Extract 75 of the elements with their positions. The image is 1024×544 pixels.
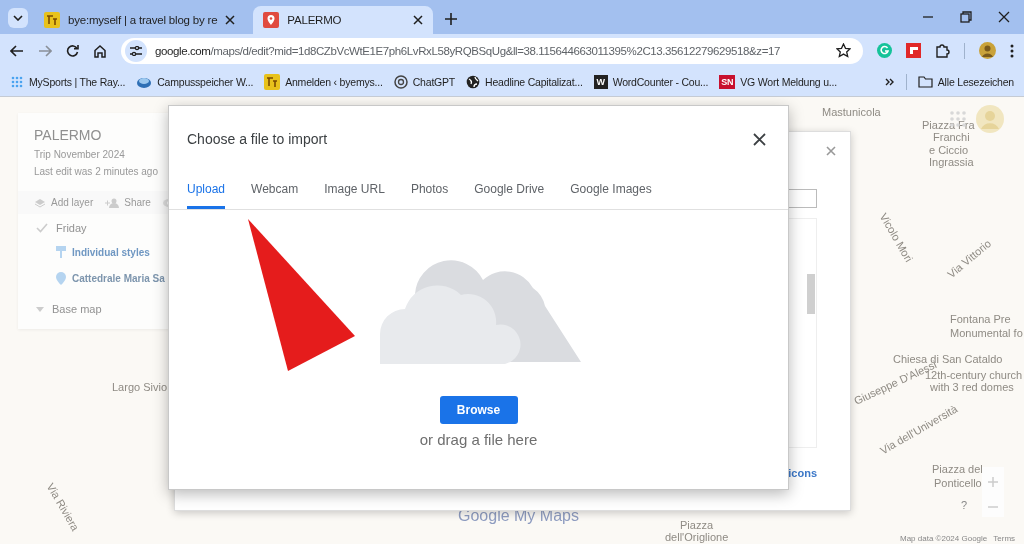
sliders-icon	[130, 45, 142, 56]
flipboard-icon[interactable]	[906, 43, 921, 58]
avatar-icon[interactable]	[979, 42, 996, 59]
close-icon[interactable]	[998, 11, 1010, 23]
chevrons-right-icon[interactable]	[884, 77, 895, 86]
icons-link[interactable]: icons	[788, 467, 817, 479]
paint-roller-icon	[56, 246, 66, 258]
street-label: Piazza	[680, 519, 714, 531]
dialog-tab[interactable]: Google Images	[570, 176, 652, 209]
close-icon[interactable]	[413, 15, 424, 25]
new-tab-icon[interactable]	[445, 13, 458, 25]
street-label: with 3 red domes	[930, 381, 1014, 393]
last-edit-text: Last edit was 2 minutes ago	[34, 166, 159, 177]
dialog-title: Choose a file to import	[187, 131, 328, 147]
bookmark-link[interactable]: Headline Capitalizat...	[466, 74, 583, 89]
chevron-down-icon	[13, 15, 23, 21]
drag-hint-text: or drag a file here	[419, 431, 538, 448]
help-button[interactable]: ?	[956, 497, 972, 513]
browser-tab[interactable]: bye:myself | a travel blog by re	[34, 6, 246, 34]
dialog-tab[interactable]: Photos	[410, 176, 449, 209]
close-icon[interactable]	[225, 15, 236, 25]
restore-icon[interactable]	[960, 11, 972, 23]
terms-link[interactable]: Terms	[993, 534, 1016, 543]
home-icon[interactable]	[93, 43, 107, 58]
dialog-tab[interactable]: Webcam	[251, 176, 299, 209]
checkmark-icon[interactable]	[36, 223, 48, 233]
street-label: Piazza del	[932, 463, 983, 475]
street-label: Piazza Fra	[922, 119, 975, 131]
street-label: Largo Sivio	[112, 381, 168, 393]
browser-tab[interactable]: PALERMO	[253, 6, 434, 34]
globe-icon	[466, 74, 481, 89]
map-pin-icon	[263, 12, 280, 28]
street-label: Ponticello	[934, 477, 982, 489]
tab-title: PALERMO	[287, 14, 343, 26]
address-bar[interactable]: google.com/maps/d/edit?mid=1d8CZbVcWtE1E7ph6LvRxL58yRQBSqUg&ll=38.115644663011395%2C13.35612279629518&z=17	[121, 37, 863, 64]
letter-icon: SN	[719, 74, 736, 89]
back-arrow-icon[interactable]	[10, 44, 24, 57]
street-label: Mastunicola	[822, 106, 881, 118]
bookmark-link[interactable]: SN VG Wort Meldung u...	[719, 74, 837, 89]
map-attribution: Map data ©2024 Google	[900, 534, 988, 543]
add-person-icon	[105, 197, 120, 208]
star-icon[interactable]	[836, 43, 851, 58]
bookmark-link[interactable]: Campusspeicher W...	[136, 74, 254, 89]
puzzle-icon[interactable]	[935, 43, 950, 58]
grid-icon	[10, 74, 24, 89]
folder-icon	[917, 75, 933, 88]
bookmark-link[interactable]: ChatGPT	[393, 74, 456, 89]
site-logo-icon	[44, 12, 60, 28]
bookmark-link[interactable]: Anmelden ‹ byemys...	[264, 73, 383, 90]
browse-button[interactable]: Browse	[439, 396, 518, 424]
site-settings-button[interactable]	[125, 39, 147, 62]
dialog-tab[interactable]: Upload	[187, 176, 226, 209]
scrollbar-thumb[interactable]	[807, 274, 815, 314]
tab-search-button[interactable]	[8, 8, 28, 28]
street-label: Franchi	[933, 131, 970, 143]
close-icon[interactable]	[753, 132, 766, 146]
street-label: dell'Origlione	[665, 531, 729, 543]
more-menu-icon[interactable]	[1010, 43, 1014, 58]
reload-icon[interactable]	[66, 44, 79, 57]
all-bookmarks-link[interactable]: Alle Lesezeichen	[917, 75, 1014, 88]
layers-icon	[34, 197, 46, 208]
map-description: Trip November 2024	[34, 149, 126, 160]
street-label: Monumental fo	[950, 327, 1023, 339]
street-label: Ingrassia	[929, 156, 974, 168]
bookmark-link[interactable]: MySports | The Ray...	[10, 74, 126, 89]
map-pin-icon	[56, 272, 66, 285]
dialog-tab[interactable]: Google Drive	[474, 176, 545, 209]
dialog-tab[interactable]: Image URL	[324, 176, 385, 209]
street-label: e Ciccio	[929, 144, 969, 156]
url-text: google.com/maps/d/edit?mid=1d8CZbVcWtE1E7ph6LvRxL58yRQBSqUg&ll=38.115644663011395%2C13.35612279629518&z=17	[155, 44, 781, 57]
letter-icon: W	[593, 74, 608, 89]
street-label: Fontana Pre	[950, 313, 1011, 325]
tab-title: bye:myself | a travel blog by re	[68, 14, 218, 26]
site-logo-icon	[264, 73, 281, 90]
bookmark-link[interactable]: W WordCounter - Cou...	[593, 74, 709, 89]
